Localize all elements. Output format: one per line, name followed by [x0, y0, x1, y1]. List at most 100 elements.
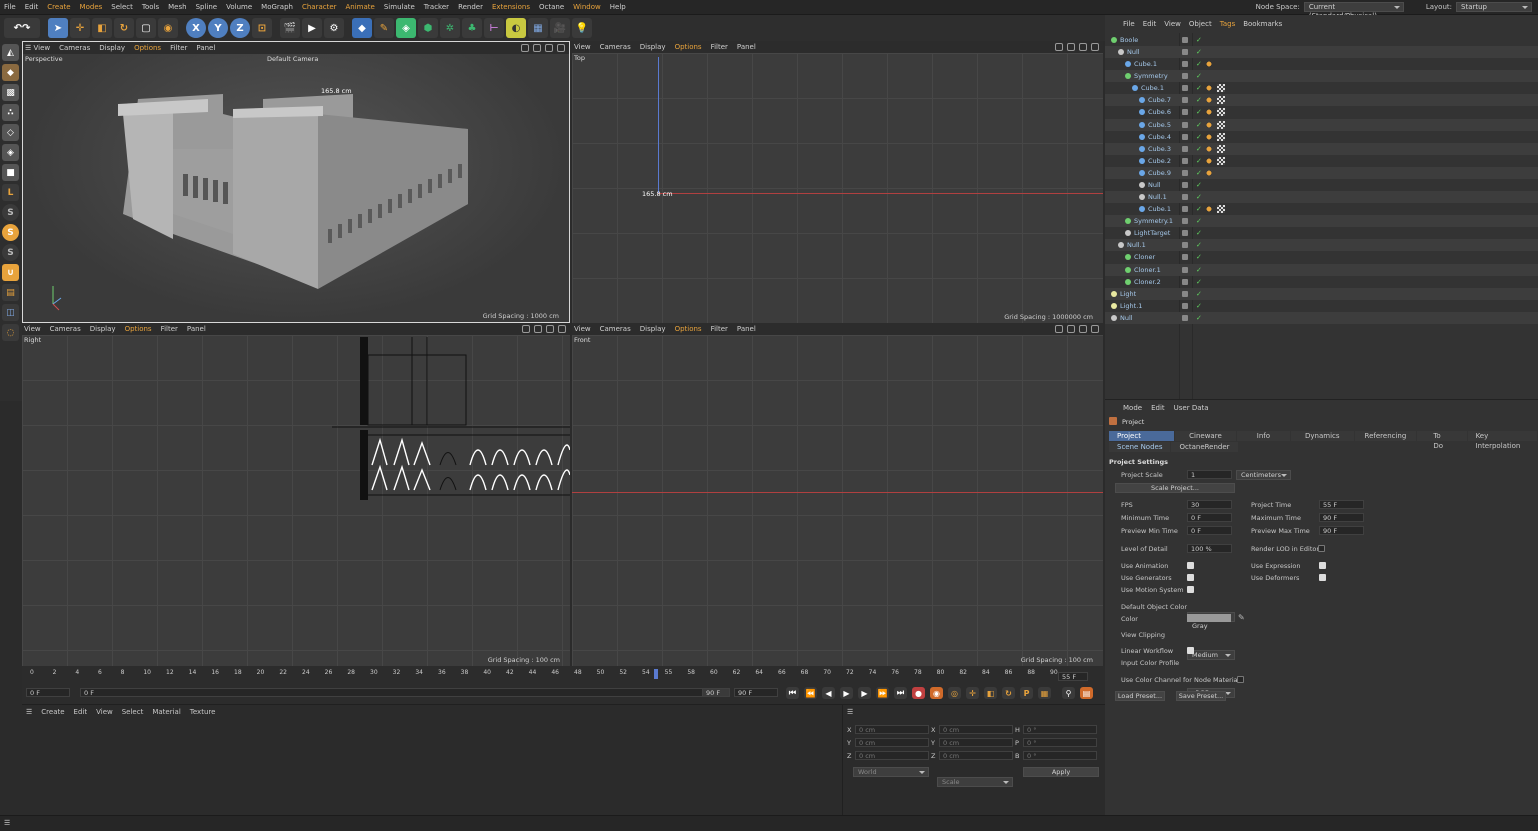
layer-flag-icon[interactable]: [1182, 133, 1188, 140]
timeline-ruler[interactable]: 0 2 4 6 8 10 12 14 16 18 20 22 24 26 28 30 32 34 36 38 40 42 4…: [30, 666, 1070, 680]
object-name[interactable]: Cube.7: [1148, 96, 1171, 104]
workplane-icon[interactable]: L: [2, 184, 19, 201]
layer-flag-icon[interactable]: [1182, 278, 1188, 285]
phong-tag-icon[interactable]: [1205, 60, 1213, 69]
object-row[interactable]: Cube.2 ✓: [1105, 155, 1538, 167]
node-space-select[interactable]: Current (Standard/Physical): [1303, 2, 1404, 20]
scale-key-icon[interactable]: ◧: [984, 687, 997, 699]
object-name[interactable]: Cube.4: [1148, 133, 1171, 141]
layer-flag-icon[interactable]: [1182, 49, 1188, 56]
phong-tag-icon[interactable]: [1205, 132, 1213, 141]
layer-flag-icon[interactable]: [1182, 254, 1188, 261]
viewport-menu-cameras[interactable]: Cameras: [600, 325, 631, 333]
texture-mode-icon[interactable]: ▩: [2, 84, 19, 101]
object-row[interactable]: Cube.6 ✓: [1105, 106, 1538, 118]
menu-volume[interactable]: Volume: [226, 3, 252, 11]
object-name[interactable]: Cube.2: [1148, 157, 1171, 165]
menu-tools[interactable]: Tools: [142, 3, 159, 11]
layout-select[interactable]: Startup: [1456, 2, 1532, 12]
tab-info[interactable]: Info: [1236, 431, 1290, 441]
enabled-check-icon[interactable]: ✓: [1196, 121, 1202, 129]
menu-select[interactable]: Select: [111, 3, 133, 11]
material-tag-icon[interactable]: [1217, 108, 1225, 117]
quantize-icon[interactable]: S: [2, 244, 19, 261]
use-animation-checkbox[interactable]: [1187, 562, 1194, 569]
viewport-menu-filter[interactable]: Filter: [711, 325, 728, 333]
go-to-start-icon[interactable]: ⏮: [786, 687, 799, 699]
object-row[interactable]: Cube.1 ✓: [1105, 82, 1538, 94]
viewport-menu-display[interactable]: Display: [99, 44, 125, 52]
object-name[interactable]: Null.1: [1148, 193, 1167, 201]
enabled-check-icon[interactable]: ✓: [1196, 84, 1202, 92]
mograph-icon[interactable]: ♣: [462, 18, 482, 38]
edges-mode-icon[interactable]: ◇: [2, 124, 19, 141]
mm-menu-texture[interactable]: Texture: [190, 708, 216, 716]
menu-edit[interactable]: Edit: [25, 3, 39, 11]
y-axis-icon[interactable]: Y: [208, 18, 228, 38]
enabled-check-icon[interactable]: ✓: [1196, 72, 1202, 80]
layer-flag-icon[interactable]: [1182, 109, 1188, 116]
viewport-nav-icons[interactable]: [1055, 325, 1099, 333]
viewport-right[interactable]: View Cameras Display Options Filter Pane…: [22, 323, 570, 666]
am-menu-edit[interactable]: Edit: [1151, 404, 1165, 412]
material-tag-icon[interactable]: [1217, 156, 1225, 165]
object-row[interactable]: Light ✓: [1105, 287, 1538, 300]
object-row[interactable]: Null.1 ✓: [1105, 191, 1538, 204]
viewport-menu-options[interactable]: Options: [675, 325, 702, 333]
object-row[interactable]: Light.1 ✓: [1105, 300, 1538, 312]
render-view-icon[interactable]: 🎬: [280, 18, 300, 38]
enabled-check-icon[interactable]: ✓: [1196, 145, 1202, 153]
extrude-generator-icon[interactable]: ⬢: [418, 18, 438, 38]
viewport-menu-view[interactable]: View: [24, 325, 41, 333]
lock-workplane-icon[interactable]: ◌: [2, 324, 19, 341]
object-row[interactable]: LightTarget ✓: [1105, 227, 1538, 239]
autokey-icon[interactable]: ◉: [930, 687, 943, 699]
enabled-check-icon[interactable]: ✓: [1196, 48, 1202, 56]
object-name[interactable]: Cube.6: [1148, 108, 1171, 116]
layer-flag-icon[interactable]: [1182, 169, 1188, 176]
lod-field[interactable]: 100 %: [1187, 544, 1232, 553]
point-level-icon[interactable]: ▦: [1038, 687, 1051, 699]
layer-flag-icon[interactable]: [1182, 290, 1188, 297]
timeline[interactable]: 0 2 4 6 8 10 12 14 16 18 20 22 24 26 28 30 32 34 36 38 40 42 4…: [22, 666, 1105, 704]
phong-tag-icon[interactable]: [1205, 156, 1213, 165]
coordinate-system-icon[interactable]: ⊡: [252, 18, 272, 38]
am-menu-user-data[interactable]: User Data: [1174, 404, 1209, 412]
layer-flag-icon[interactable]: [1182, 37, 1188, 43]
project-time-field[interactable]: 55 F: [1319, 500, 1364, 509]
viewport-menu-view[interactable]: View: [574, 325, 591, 333]
object-row[interactable]: Cloner.1 ✓: [1105, 263, 1538, 276]
om-menu-edit[interactable]: Edit: [1143, 20, 1157, 28]
object-name[interactable]: Null: [1120, 314, 1133, 322]
phong-tag-icon[interactable]: [1205, 205, 1213, 214]
material-tag-icon[interactable]: [1217, 205, 1225, 214]
rotate-tool-icon[interactable]: ↻: [114, 18, 134, 38]
tab-octanerender[interactable]: OctaneRender: [1171, 442, 1238, 452]
scale-project-button[interactable]: Scale Project...: [1115, 483, 1235, 493]
menu-help[interactable]: Help: [610, 3, 626, 11]
object-name[interactable]: Symmetry.1: [1134, 217, 1173, 225]
project-scale-field[interactable]: 1: [1187, 470, 1232, 479]
coordinate-field[interactable]: 0 cm: [939, 751, 1013, 760]
layer-flag-icon[interactable]: [1182, 314, 1188, 321]
menu-mograph[interactable]: MoGraph: [261, 3, 293, 11]
viewport-front[interactable]: View Cameras Display Options Filter Pane…: [572, 323, 1103, 666]
object-name[interactable]: Null: [1148, 181, 1161, 189]
object-row[interactable]: Null ✓: [1105, 179, 1538, 191]
enabled-check-icon[interactable]: ✓: [1196, 36, 1202, 44]
object-row[interactable]: Cube.1 ✓: [1105, 58, 1538, 70]
color-channel-checkbox[interactable]: [1237, 676, 1244, 683]
move-tool-icon[interactable]: ✛: [70, 18, 90, 38]
object-row[interactable]: Null.1 ✓: [1105, 239, 1538, 252]
camera-label[interactable]: Default Camera: [267, 55, 318, 63]
layer-flag-icon[interactable]: [1182, 218, 1188, 225]
coordinate-size-select[interactable]: Scale: [937, 777, 1013, 787]
enabled-check-icon[interactable]: ✓: [1196, 302, 1202, 310]
object-name[interactable]: Boole: [1120, 36, 1138, 44]
cloner-icon[interactable]: ✲: [440, 18, 460, 38]
menu-file[interactable]: File: [4, 3, 16, 11]
enabled-check-icon[interactable]: ✓: [1196, 205, 1202, 213]
layer-flag-icon[interactable]: [1182, 157, 1188, 164]
object-row[interactable]: Cube.4 ✓: [1105, 131, 1538, 143]
grid-canvas[interactable]: [572, 335, 1103, 666]
